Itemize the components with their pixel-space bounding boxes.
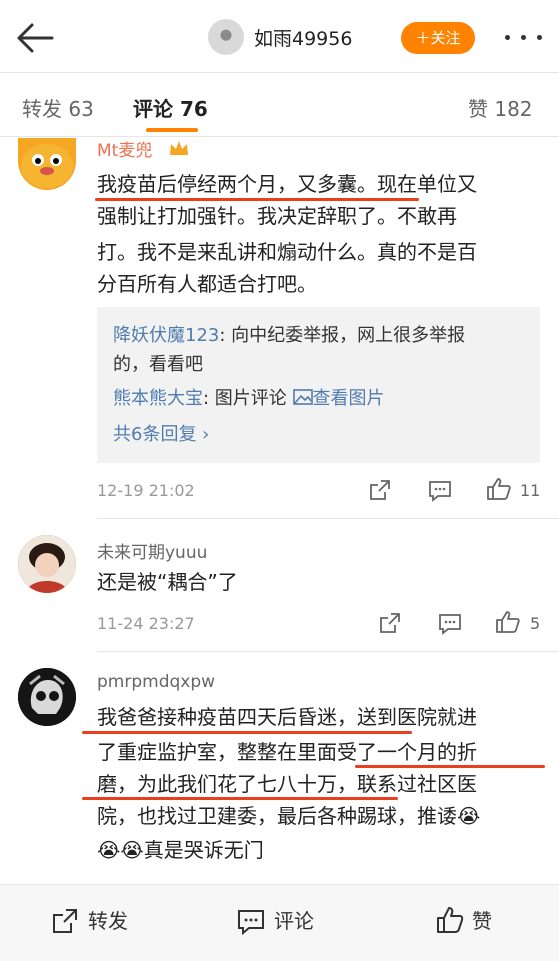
share-icon[interactable]	[369, 479, 391, 501]
author-avatar[interactable]	[208, 19, 244, 55]
reply-text: : 向中纪委举报，网上很多举报	[219, 325, 466, 346]
reply-item: 降妖伏魔123: 向中纪委举报，网上很多举报	[113, 322, 465, 350]
comment-line: 😭😭真是哭诉无门	[97, 838, 264, 862]
view-all-replies-link[interactable]: 共6条回复 ›	[113, 421, 209, 449]
commenter-avatar[interactable]	[18, 138, 76, 190]
author-name[interactable]: 如雨49956	[254, 24, 352, 51]
comment-line: 我爸爸接种疫苗四天后昏迷，送到医院就进	[97, 705, 477, 729]
tab-reposts[interactable]: 转发 63	[22, 93, 94, 122]
active-tab-indicator	[146, 128, 198, 132]
header-divider	[0, 72, 559, 73]
comment-time: 12-19 21:02	[97, 481, 195, 500]
comment-line: 强制让打加强针。我决定辞职了。不敢再	[97, 204, 457, 228]
highlight-underline	[82, 731, 412, 734]
comment-line: 打。我不是来乱讲和煽动什么。真的不是百	[97, 240, 477, 264]
tab-likes[interactable]: 赞 182	[468, 93, 533, 122]
commenter-name[interactable]: pmrpmdqxpw	[97, 672, 215, 692]
repost-button[interactable]: 转发	[88, 905, 128, 934]
comment-time: 11-24 23:27	[97, 614, 195, 633]
comment-line: 我疫苗后停经两个月，又多囊。现在单位又	[97, 172, 477, 196]
like-count: 5	[530, 614, 541, 633]
like-count: 11	[520, 481, 541, 500]
reply-username[interactable]: 熊本熊大宝	[113, 388, 203, 409]
share-icon[interactable]	[379, 612, 401, 634]
reply-item: 熊本熊大宝: 图片评论 查看图片	[113, 385, 385, 413]
reply-text: : 图片评论	[203, 388, 293, 409]
view-image-link[interactable]: 查看图片	[313, 388, 385, 409]
like-thumb-icon[interactable]	[436, 906, 464, 934]
comment-line: 分百所有人都适合打吧。	[97, 272, 317, 296]
more-options-icon[interactable]	[505, 35, 545, 41]
comment-button[interactable]: 评论	[274, 905, 314, 934]
highlight-underline	[82, 797, 398, 800]
follow-button[interactable]: ＋关注	[401, 22, 475, 54]
reply-text-cont: 的，看看吧	[113, 354, 203, 375]
comment-line: 磨，为此我们花了七八十万，联系过社区医	[97, 772, 477, 796]
reply-username[interactable]: 降妖伏魔123	[113, 325, 219, 346]
like-thumb-icon[interactable]	[486, 477, 512, 501]
highlight-underline	[95, 198, 419, 201]
commenter-avatar[interactable]	[18, 668, 76, 726]
repost-icon[interactable]	[52, 908, 78, 934]
highlight-underline	[355, 765, 545, 768]
tab-comments[interactable]: 评论 76	[133, 93, 208, 122]
vip-crown-icon	[170, 141, 188, 155]
avatar-skull-icon	[18, 668, 76, 726]
like-thumb-icon[interactable]	[495, 610, 521, 634]
avatar-photo-icon	[18, 535, 76, 593]
back-arrow-icon[interactable]	[16, 22, 56, 54]
comment-line: 了重症监护室，整整在里面受了一个月的折	[97, 740, 477, 764]
image-icon	[292, 389, 313, 405]
comment-icon[interactable]	[438, 613, 462, 635]
comment-line: 院，也找过卫建委，最后各种踢球，推诿😭	[97, 804, 481, 828]
comment-icon[interactable]	[428, 480, 452, 502]
comment-divider	[97, 518, 559, 519]
tabs-divider	[0, 136, 559, 137]
commenter-name[interactable]: 未来可期yuuu	[97, 538, 207, 563]
commenter-avatar[interactable]	[18, 535, 76, 593]
commenter-name[interactable]: Mt麦兜	[97, 136, 152, 161]
comment-divider	[97, 651, 559, 652]
comment-icon[interactable]	[237, 909, 265, 935]
comment-text: 还是被“耦合”了	[97, 570, 238, 594]
avatar-cartoon-icon	[21, 144, 73, 188]
like-button[interactable]: 赞	[472, 905, 492, 934]
